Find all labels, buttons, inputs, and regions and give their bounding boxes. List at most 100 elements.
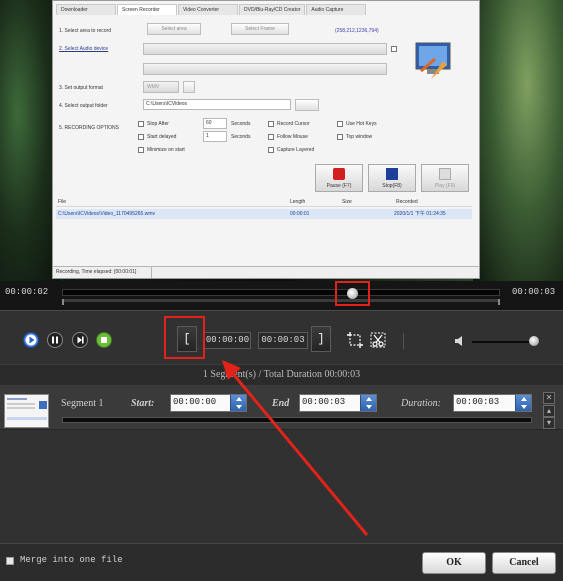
tab-audio-capture: Audio Capture [306,4,367,15]
spinner-arrows-icon[interactable] [360,395,376,411]
recording-options-label: 5. RECORDING OPTIONS [59,125,120,131]
volume-icon[interactable] [454,335,468,347]
segment-end-value: 00:00:03 [302,397,346,407]
pause-button[interactable] [47,332,63,348]
pause-button: Pause (F7) [315,164,363,192]
cancel-button[interactable]: Cancel [492,552,556,574]
volume-slider-track[interactable] [472,341,532,343]
play-icon [439,168,451,180]
segment-thumbnail [4,394,49,428]
next-frame-icon [72,332,88,348]
spinner-arrows-icon[interactable] [230,395,246,411]
segment-name: Segment 1 [61,398,104,409]
browse-folder-button [295,99,319,111]
app-tabs: Downloader Screen Recorder Video Convert… [56,4,367,15]
move-up-icon[interactable]: ▴ [543,405,555,417]
record-cursor-label: Record Cursor [277,121,310,127]
header-size: Size [342,199,352,205]
video-preview: Downloader Screen Recorder Video Convert… [0,0,563,281]
recorder-app-screenshot: Downloader Screen Recorder Video Convert… [52,0,480,279]
output-folder-label: 4. Select output folder [59,103,108,109]
select-frame-button: Select Frame [231,23,289,35]
segment-list-empty-area [0,430,563,543]
next-frame-button[interactable] [72,332,88,348]
play-icon [23,332,39,348]
segment-duration-label: Duration: [401,398,441,409]
file-list-header: File Length Size Recorded [56,199,472,207]
cut-icon[interactable] [369,331,387,349]
toolbar-divider [403,333,404,349]
capture-layered-label: Capture Layered [277,147,315,153]
audio-device-combo [143,43,387,55]
start-delayed-seconds: Seconds [231,134,251,140]
audio-device-combo-2 [143,63,387,75]
segment-end-spinner[interactable]: 00:00:03 [299,394,377,412]
top-window-label: Top window [346,134,373,140]
stop-icon [96,332,112,348]
merge-checkbox[interactable] [6,557,14,565]
file-row-recorded: 2020/1/1 下午 01:24:35 [394,211,446,217]
delete-segment-icon[interactable]: ✕ [543,392,555,404]
timeline-selection-bar [62,299,500,302]
end-time-display: 00:00:03 [258,332,308,349]
status-text: Recording, Time elapsed: [00:00:01] [56,267,152,278]
tab-downloader: Downloader [56,4,116,15]
hotkeys-checkbox [337,121,343,127]
segment-row[interactable]: Segment 1 Start: 00:00:00 End 00:00:03 D… [0,386,563,430]
segment-duration-value: 00:00:03 [456,397,500,407]
segment-start-spinner[interactable]: 00:00:00 [170,394,247,412]
segment-progress-bar [62,417,532,423]
hotkeys-label: Use Hot Keys [346,121,377,127]
output-folder-field: C:\Users\ICVideos [143,99,291,110]
stop-after-label: Stop After [147,121,169,127]
app-statusbar: Recording, Time elapsed: [00:00:01] [53,266,479,278]
timeline-end-marker [498,299,500,305]
play-button: Play (F9) [421,164,469,192]
stop-button[interactable] [96,332,112,348]
file-row-length: 00:00:01 [290,211,310,217]
start-delayed-checkbox [138,134,144,140]
stop-after-checkbox [138,121,144,127]
select-area-label: 1. Select area to record [59,28,111,34]
audio-checkbox [391,46,397,52]
play-button[interactable] [23,332,39,348]
record-icon [333,168,345,180]
playhead-highlight-box [335,281,370,306]
select-area-button: Select area [147,23,201,35]
audio-device-label: 2. Select Audio device [59,46,109,52]
tab-video-converter: Video Converter [178,4,238,15]
dialog-footer: Merge into one file OK Cancel [0,543,563,581]
header-recorded: Recorded [396,199,418,205]
stop-after-seconds: Seconds [231,121,251,127]
segment-duration-spinner[interactable]: 00:00:03 [453,394,532,412]
file-row: C:\Users\ICVideos\Video_1170495265.wmv 0… [56,209,472,219]
ok-button[interactable]: OK [422,552,486,574]
capture-layered-checkbox [268,147,274,153]
timeline-track[interactable] [62,289,500,296]
merge-label[interactable]: Merge into one file [20,555,123,565]
output-format-label: 3. Set output format [59,85,103,91]
format-settings-button [183,81,195,93]
segment-start-label: Start: [131,398,155,409]
minimize-checkbox [138,147,144,153]
start-bracket-highlight-box [164,316,205,359]
segment-start-value: 00:00:00 [173,397,217,407]
move-down-icon[interactable]: ▾ [543,417,555,429]
timeline: 00:00:02 00:00:03 [0,281,563,310]
set-end-button[interactable]: ] [311,326,331,352]
tab-dvd-creator: DVD/Blu-Ray/CD Creator [239,4,306,15]
top-window-checkbox [337,134,343,140]
tab-screen-recorder: Screen Recorder [117,4,177,15]
stop-after-field: 60 [203,118,227,129]
stop-icon [386,168,398,180]
follow-mouse-checkbox [268,134,274,140]
start-time-display: 00:00:00 [204,332,251,349]
segment-summary: 1 Segment(s) / Total Duration 00:00:03 [0,364,563,386]
start-delayed-label: Start delayed [147,134,177,140]
spinner-arrows-icon[interactable] [515,395,531,411]
volume-slider-thumb[interactable] [529,336,539,346]
crop-icon[interactable] [346,331,364,349]
record-cursor-checkbox [268,121,274,127]
segment-end-label: End [272,398,290,409]
minimize-label: Minimize on start [147,147,185,153]
